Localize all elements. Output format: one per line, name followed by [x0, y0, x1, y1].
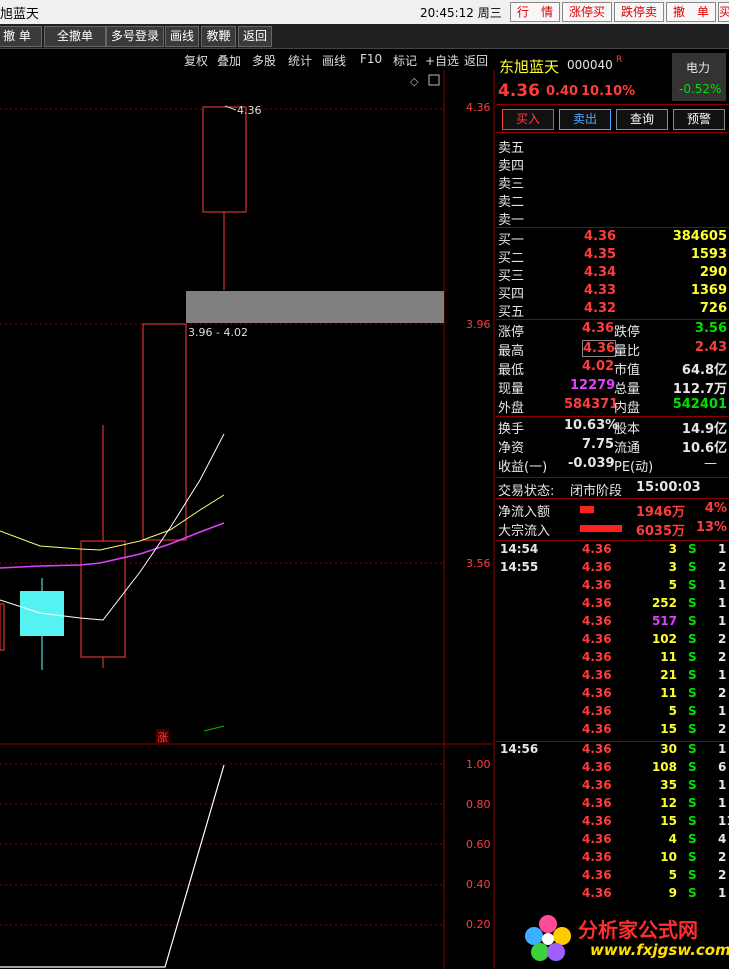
bid-row-3[interactable]: 买三 4.34 290: [498, 265, 729, 284]
price-change: 0.40: [546, 84, 579, 99]
watermark-title: 分析家公式网: [578, 918, 698, 942]
bid-row-5[interactable]: 买五 4.32 726: [498, 301, 729, 320]
cancel-order-button[interactable]: 撤 单: [666, 2, 716, 22]
tick-row: 4.36 252 S 1: [582, 596, 727, 610]
chart-tool-add-watch[interactable]: +自选: [425, 52, 459, 69]
indicator-axis-1: 1.00: [466, 758, 491, 771]
ask-row-4[interactable]: 卖四: [498, 155, 729, 174]
trade-status-row: 交易状态: 闭市阶段 15:00:03: [498, 480, 701, 499]
tick-row: 4.36 4 S 4: [582, 832, 727, 846]
net-inflow-row: 净流入额 1946万 4%: [498, 501, 727, 520]
tick-row: 4.36 5 S 1: [582, 704, 727, 718]
price-axis-top: 4.36: [466, 101, 491, 114]
chart-tool-overlay[interactable]: 叠加: [217, 52, 241, 69]
chart-tool-multi[interactable]: 多股: [252, 52, 276, 69]
buy-button[interactable]: 买入: [502, 109, 554, 130]
price-change-pct: 10.10%: [581, 84, 636, 99]
svg-text:◇: ◇: [410, 75, 419, 88]
indicator-axis-3: 0.60: [466, 838, 491, 851]
sector-name: 电力: [686, 61, 711, 75]
bid-row-1[interactable]: 买一 4.36 384605: [498, 229, 729, 248]
ask-row-3[interactable]: 卖三: [498, 173, 729, 192]
tick-row: 4.36 21 S 1: [582, 668, 727, 682]
cancel-button[interactable]: 撤 单: [0, 26, 42, 47]
fund-row-eps: 收益(一) -0.039 PE(动) —: [498, 456, 717, 475]
tick-row: 4.36 102 S 2: [582, 632, 727, 646]
tick-row: 4.36 108 S 6: [582, 760, 727, 774]
block-inflow-row: 大宗流入 6035万 13%: [498, 520, 727, 539]
tick-row: 4.36 11 S 2: [582, 686, 727, 700]
ask-row-5[interactable]: 卖五: [498, 137, 729, 156]
sector-change: -0.52%: [679, 82, 722, 96]
chart-tool-f10[interactable]: F10: [360, 52, 382, 66]
query-button[interactable]: 查询: [616, 109, 668, 130]
tick-row: 4.36 15 S 2: [582, 722, 727, 736]
indicator-axis-4: 0.40: [466, 878, 491, 891]
stat-row-outer-inner: 外盘 584371 内盘 542401: [498, 397, 727, 416]
tick-row: 4.36 10 S 2: [582, 850, 727, 864]
stock-name: 东旭蓝天: [499, 58, 560, 76]
block-inflow-bar: [580, 525, 622, 532]
tick-row: 14:56 4.36 30 S 1: [500, 742, 727, 756]
fund-row-turnover: 换手 10.63% 股本 14.9亿: [498, 418, 727, 437]
pointer-button[interactable]: 教鞭: [201, 26, 236, 47]
limit-down-sell-button[interactable]: 跌停卖: [614, 2, 664, 22]
tick-row: 4.36 9 S 1: [582, 886, 727, 900]
net-inflow-bar: [580, 506, 594, 513]
limit-up-mark: 涨: [156, 729, 169, 745]
kline-chart[interactable]: ◇: [0, 70, 496, 969]
ask-row-1[interactable]: 卖一: [498, 209, 729, 228]
stat-row-low: 最低 4.02 市值 64.8亿: [498, 359, 727, 378]
tick-row: 4.36 517 S 1: [582, 614, 727, 628]
chart-tool-back[interactable]: 返回: [464, 52, 488, 69]
price-axis-mid: 3.96: [466, 318, 491, 331]
alert-button[interactable]: 预警: [673, 109, 725, 130]
price-axis-low: 3.56: [466, 557, 491, 570]
multi-login-button[interactable]: 多号登录: [106, 26, 164, 47]
stat-row-limits: 涨停 4.36 跌停 3.56: [498, 321, 727, 340]
quote-button[interactable]: 行 情: [510, 2, 560, 22]
tick-row: 14:55 4.36 3 S 2: [500, 560, 727, 574]
stock-flag: R: [616, 55, 623, 65]
sector-box[interactable]: 电力 -0.52%: [672, 53, 726, 101]
cancel-all-button[interactable]: 全撤单: [44, 26, 106, 47]
tick-row: 4.36 11 S 2: [582, 650, 727, 664]
bid-row-4[interactable]: 买四 4.33 1369: [498, 283, 729, 302]
stat-row-volume: 现量 12279 总量 112.7万: [498, 378, 727, 397]
chart-toolbar: 复权 叠加 多股 统计 画线 F10 标记 +自选 返回: [0, 50, 494, 70]
window-title: 旭蓝天: [0, 7, 40, 22]
limit-up-buy-button[interactable]: 涨停买: [562, 2, 612, 22]
tick-row: 4.3615S11: [582, 814, 729, 828]
stat-row-high: 最高 4.36 量比 2.43: [498, 340, 727, 359]
back-button[interactable]: 返回: [238, 26, 272, 47]
sell-button[interactable]: 卖出: [559, 109, 611, 130]
title-bar: 旭蓝天 20:45:12 周三 行 情 涨停买 跌停卖 撤 单 买: [0, 0, 729, 25]
gap-range-label: 3.96 - 4.02: [188, 326, 248, 339]
watermark-url: www.fxjgsw.com: [590, 941, 729, 959]
tick-row: 14:54 4.36 3 S 1: [500, 542, 727, 556]
high-price-label: 4.36: [237, 104, 262, 117]
tick-row: 4.36 12 S 1: [582, 796, 727, 810]
clock: 20:45:12 周三: [420, 6, 502, 20]
fund-row-nav: 净资 7.75 流通 10.6亿: [498, 437, 727, 456]
tick-row: 4.36 35 S 1: [582, 778, 727, 792]
chart-tool-adjust[interactable]: 复权: [184, 52, 208, 69]
flower-logo-icon: [525, 915, 571, 961]
chart-tool-stats[interactable]: 统计: [288, 52, 312, 69]
draw-line-button[interactable]: 画线: [165, 26, 199, 47]
indicator-axis-5: 0.20: [466, 918, 491, 931]
chart-tool-mark[interactable]: 标记: [393, 52, 417, 69]
tick-row: 4.36 5 S 1: [582, 578, 727, 592]
watermark: 分析家公式网 www.fxjgsw.com: [518, 908, 729, 969]
toolbar: 撤 单 全撤单 多号登录 画线 教鞭 返回: [0, 24, 729, 49]
ask-row-2[interactable]: 卖二: [498, 191, 729, 210]
stock-code: 000040: [567, 58, 613, 72]
indicator-axis-2: 0.80: [466, 798, 491, 811]
bid-row-2[interactable]: 买二 4.35 1593: [498, 247, 729, 266]
last-price: 4.36: [498, 81, 540, 101]
tick-row: 4.36 5 S 2: [582, 868, 727, 882]
buy-button-top[interactable]: 买: [718, 2, 729, 22]
chart-tool-draw[interactable]: 画线: [322, 52, 346, 69]
